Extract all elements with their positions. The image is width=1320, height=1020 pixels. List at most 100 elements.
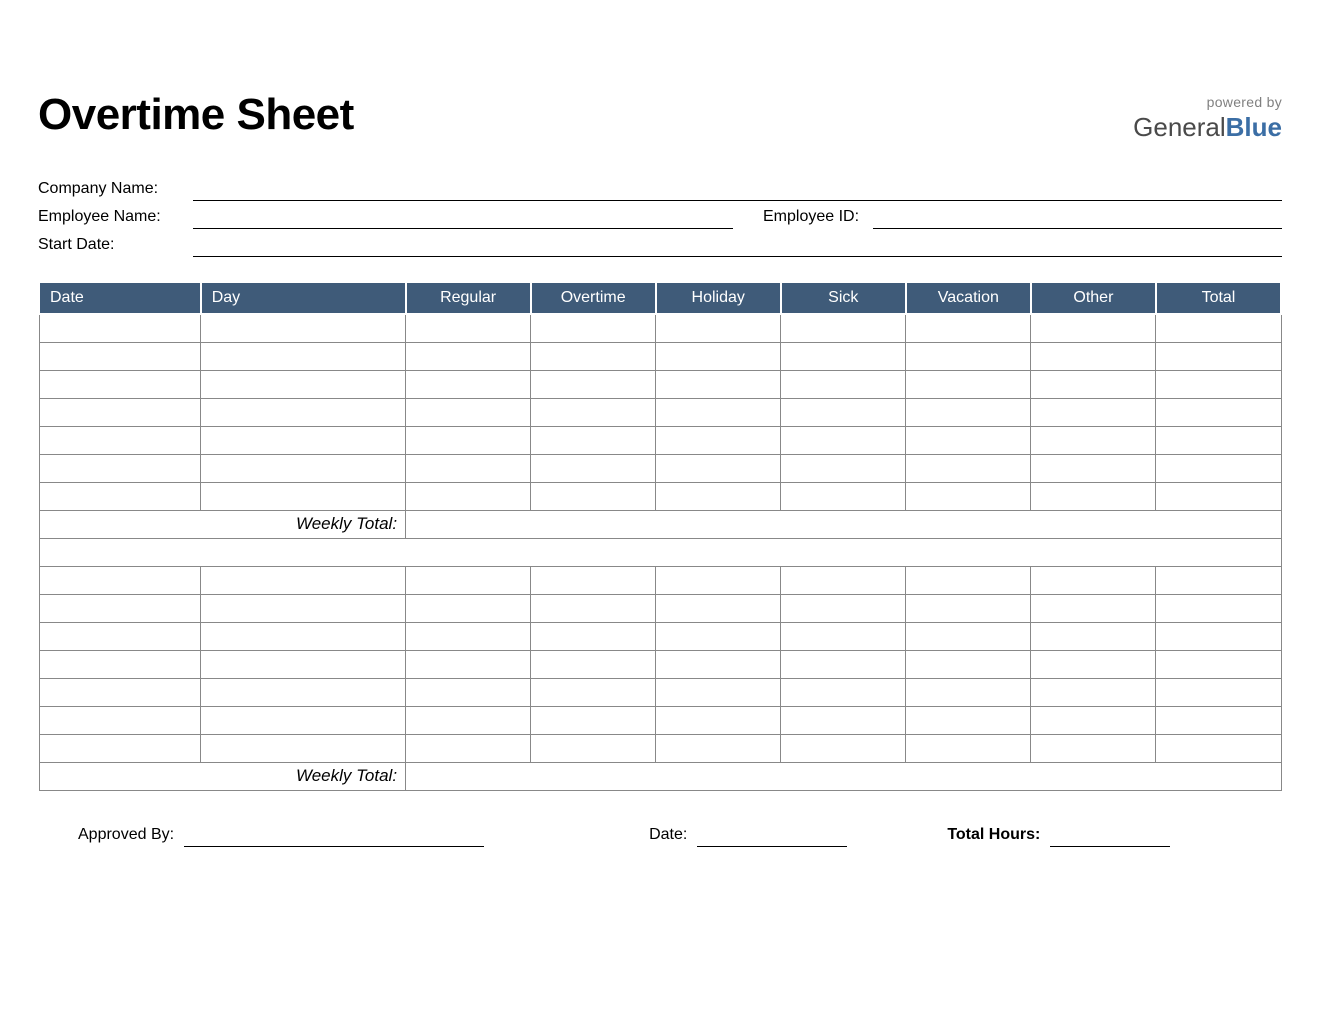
table-cell[interactable]: [1156, 622, 1281, 650]
table-cell[interactable]: [906, 594, 1031, 622]
table-cell[interactable]: [531, 342, 656, 370]
start-date-field[interactable]: [193, 235, 1282, 257]
table-cell[interactable]: [656, 734, 781, 762]
table-cell[interactable]: [531, 594, 656, 622]
table-cell[interactable]: [1156, 566, 1281, 594]
table-cell[interactable]: [906, 678, 1031, 706]
employee-name-field[interactable]: [193, 207, 733, 229]
table-cell[interactable]: [906, 734, 1031, 762]
table-cell[interactable]: [781, 426, 906, 454]
table-cell[interactable]: [656, 650, 781, 678]
table-cell[interactable]: [531, 622, 656, 650]
table-cell[interactable]: [781, 622, 906, 650]
table-cell[interactable]: [531, 398, 656, 426]
table-cell[interactable]: [781, 370, 906, 398]
table-cell[interactable]: [39, 398, 201, 426]
table-cell[interactable]: [1156, 482, 1281, 510]
table-cell[interactable]: [906, 398, 1031, 426]
table-cell[interactable]: [906, 706, 1031, 734]
table-cell[interactable]: [201, 370, 406, 398]
table-cell[interactable]: [406, 342, 531, 370]
table-cell[interactable]: [406, 314, 531, 342]
table-cell[interactable]: [531, 706, 656, 734]
table-cell[interactable]: [201, 650, 406, 678]
table-cell[interactable]: [656, 454, 781, 482]
table-cell[interactable]: [39, 678, 201, 706]
table-cell[interactable]: [1031, 426, 1156, 454]
table-cell[interactable]: [1156, 678, 1281, 706]
table-cell[interactable]: [406, 622, 531, 650]
table-cell[interactable]: [39, 566, 201, 594]
table-cell[interactable]: [201, 482, 406, 510]
table-cell[interactable]: [1031, 314, 1156, 342]
table-cell[interactable]: [1156, 426, 1281, 454]
table-cell[interactable]: [906, 454, 1031, 482]
table-cell[interactable]: [39, 314, 201, 342]
table-cell[interactable]: [1031, 566, 1156, 594]
company-name-field[interactable]: [193, 179, 1282, 201]
table-cell[interactable]: [531, 650, 656, 678]
table-cell[interactable]: [406, 454, 531, 482]
table-cell[interactable]: [201, 566, 406, 594]
table-cell[interactable]: [39, 622, 201, 650]
table-cell[interactable]: [906, 370, 1031, 398]
table-cell[interactable]: [656, 398, 781, 426]
table-cell[interactable]: [531, 314, 656, 342]
table-cell[interactable]: [531, 678, 656, 706]
table-cell[interactable]: [201, 454, 406, 482]
table-cell[interactable]: [201, 594, 406, 622]
table-cell[interactable]: [406, 482, 531, 510]
table-cell[interactable]: [201, 314, 406, 342]
table-cell[interactable]: [906, 314, 1031, 342]
table-cell[interactable]: [1031, 482, 1156, 510]
table-cell[interactable]: [39, 454, 201, 482]
table-cell[interactable]: [781, 734, 906, 762]
table-cell[interactable]: [39, 482, 201, 510]
table-cell[interactable]: [656, 678, 781, 706]
table-cell[interactable]: [1156, 734, 1281, 762]
table-cell[interactable]: [201, 426, 406, 454]
table-cell[interactable]: [201, 622, 406, 650]
table-cell[interactable]: [781, 678, 906, 706]
table-cell[interactable]: [906, 622, 1031, 650]
approved-by-field[interactable]: [184, 825, 484, 847]
table-cell[interactable]: [406, 398, 531, 426]
table-cell[interactable]: [1156, 314, 1281, 342]
table-cell[interactable]: [1031, 622, 1156, 650]
table-cell[interactable]: [781, 566, 906, 594]
table-cell[interactable]: [39, 706, 201, 734]
table-cell[interactable]: [781, 342, 906, 370]
table-cell[interactable]: [1156, 594, 1281, 622]
table-cell[interactable]: [39, 734, 201, 762]
table-cell[interactable]: [201, 706, 406, 734]
table-cell[interactable]: [201, 678, 406, 706]
table-cell[interactable]: [656, 370, 781, 398]
table-cell[interactable]: [1156, 454, 1281, 482]
table-cell[interactable]: [1156, 706, 1281, 734]
table-cell[interactable]: [656, 314, 781, 342]
table-cell[interactable]: [201, 342, 406, 370]
table-cell[interactable]: [39, 650, 201, 678]
table-cell[interactable]: [1031, 342, 1156, 370]
table-cell[interactable]: [406, 594, 531, 622]
table-cell[interactable]: [781, 398, 906, 426]
table-cell[interactable]: [906, 426, 1031, 454]
footer-date-field[interactable]: [697, 825, 847, 847]
table-cell[interactable]: [1156, 342, 1281, 370]
table-cell[interactable]: [1156, 398, 1281, 426]
table-cell[interactable]: [1031, 650, 1156, 678]
table-cell[interactable]: [656, 706, 781, 734]
table-cell[interactable]: [1031, 594, 1156, 622]
table-cell[interactable]: [781, 594, 906, 622]
table-cell[interactable]: [781, 454, 906, 482]
table-cell[interactable]: [781, 314, 906, 342]
table-cell[interactable]: [406, 426, 531, 454]
table-cell[interactable]: [39, 342, 201, 370]
table-cell[interactable]: [406, 734, 531, 762]
table-cell[interactable]: [1156, 650, 1281, 678]
table-cell[interactable]: [39, 426, 201, 454]
table-cell[interactable]: [406, 566, 531, 594]
table-cell[interactable]: [1031, 370, 1156, 398]
table-cell[interactable]: [656, 482, 781, 510]
table-cell[interactable]: [906, 482, 1031, 510]
